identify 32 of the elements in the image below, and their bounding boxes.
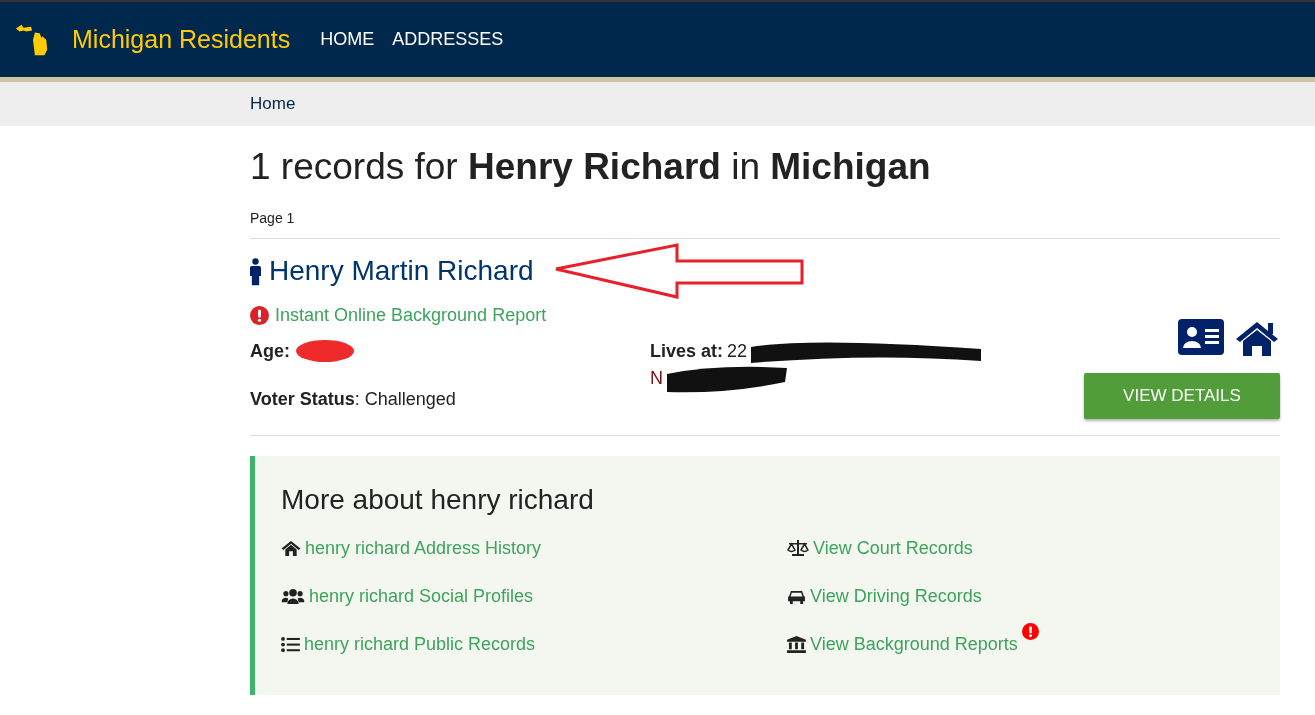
record-link[interactable]: View Driving Records xyxy=(810,585,982,607)
page-label: Page 1 xyxy=(250,210,296,226)
nav-link[interactable]: ADDRESSES xyxy=(392,29,504,50)
address-text: N xyxy=(650,368,663,389)
house-icon[interactable] xyxy=(1234,319,1280,357)
list-icon xyxy=(281,636,300,652)
record-link[interactable]: henry richard Address History xyxy=(305,537,542,559)
redaction-scribble xyxy=(294,338,356,364)
alert-icon xyxy=(250,306,269,325)
people-icon xyxy=(281,587,305,605)
record-link[interactable]: View Court Records xyxy=(813,537,973,559)
address-text: 22 xyxy=(727,341,748,362)
nav-link[interactable]: HOME xyxy=(320,29,375,50)
record-link[interactable]: henry richard Public Records xyxy=(304,633,536,655)
scale-icon xyxy=(787,539,809,557)
bank-icon xyxy=(787,635,806,653)
person-icon xyxy=(250,256,261,286)
report-link[interactable]: Instant Online Background Report xyxy=(275,305,547,326)
brand-link[interactable]: Michigan Residents xyxy=(72,25,291,54)
house-icon xyxy=(281,539,301,557)
voter-status-text: Voter Status: Challenged xyxy=(250,388,456,410)
contact-card-icon[interactable] xyxy=(1178,319,1224,355)
person-name-link[interactable]: Henry Martin Richard xyxy=(269,255,534,287)
results-heading: 1 records for Henry Richard in Michigan xyxy=(250,146,932,188)
view-details-button[interactable]: VIEW DETAILS xyxy=(1084,373,1280,419)
car-icon xyxy=(787,588,806,604)
record-link[interactable]: henry richard Social Profiles xyxy=(309,585,534,607)
record-link[interactable]: View Background Reports xyxy=(810,633,1018,655)
breadcrumb-link[interactable]: Home xyxy=(250,94,296,113)
lives-at-label: Lives at: xyxy=(650,341,724,362)
age-label: Age: xyxy=(250,340,290,362)
panel-title: More about henry richard xyxy=(281,484,595,516)
